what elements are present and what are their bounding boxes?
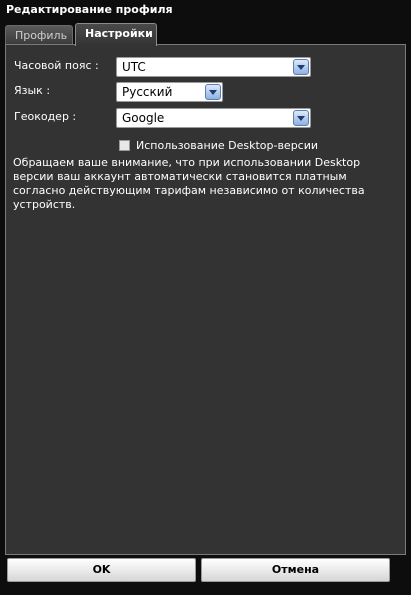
profile-edit-dialog: Редактирование профиля Профиль Настройки… <box>0 0 411 595</box>
geocoder-row: Геокодер : Google <box>14 108 314 128</box>
language-label: Язык : <box>14 84 51 97</box>
desktop-notice-text: Обращаем ваше внимание, что при использо… <box>13 156 365 211</box>
dialog-title: Редактирование профиля <box>6 3 173 16</box>
settings-panel: Часовой пояс : UTC Язык : Русский Геокод… <box>5 44 406 555</box>
ok-button[interactable]: OK <box>7 558 196 582</box>
timezone-label: Часовой пояс : <box>14 59 99 72</box>
geocoder-value: Google <box>122 111 165 125</box>
dialog-footer: OK Отмена <box>5 556 406 586</box>
language-select[interactable]: Русский <box>116 82 223 102</box>
desktop-version-label[interactable]: Использование Desktop-версии <box>136 139 318 152</box>
tab-strip: Профиль Настройки <box>5 19 406 46</box>
chevron-down-icon[interactable] <box>205 84 221 100</box>
chevron-down-icon[interactable] <box>293 110 309 126</box>
cancel-button[interactable]: Отмена <box>201 558 390 582</box>
geocoder-label: Геокодер : <box>14 110 77 123</box>
timezone-row: Часовой пояс : UTC <box>14 57 314 77</box>
chevron-down-icon[interactable] <box>293 59 309 75</box>
geocoder-select[interactable]: Google <box>116 108 311 128</box>
timezone-value: UTC <box>122 60 146 74</box>
language-value: Русский <box>122 85 173 99</box>
tab-profile[interactable]: Профиль <box>5 25 73 45</box>
tab-settings[interactable]: Настройки <box>75 23 157 46</box>
desktop-version-checkbox[interactable] <box>119 140 130 151</box>
language-row: Язык : Русский <box>14 82 314 102</box>
timezone-select[interactable]: UTC <box>116 57 311 77</box>
